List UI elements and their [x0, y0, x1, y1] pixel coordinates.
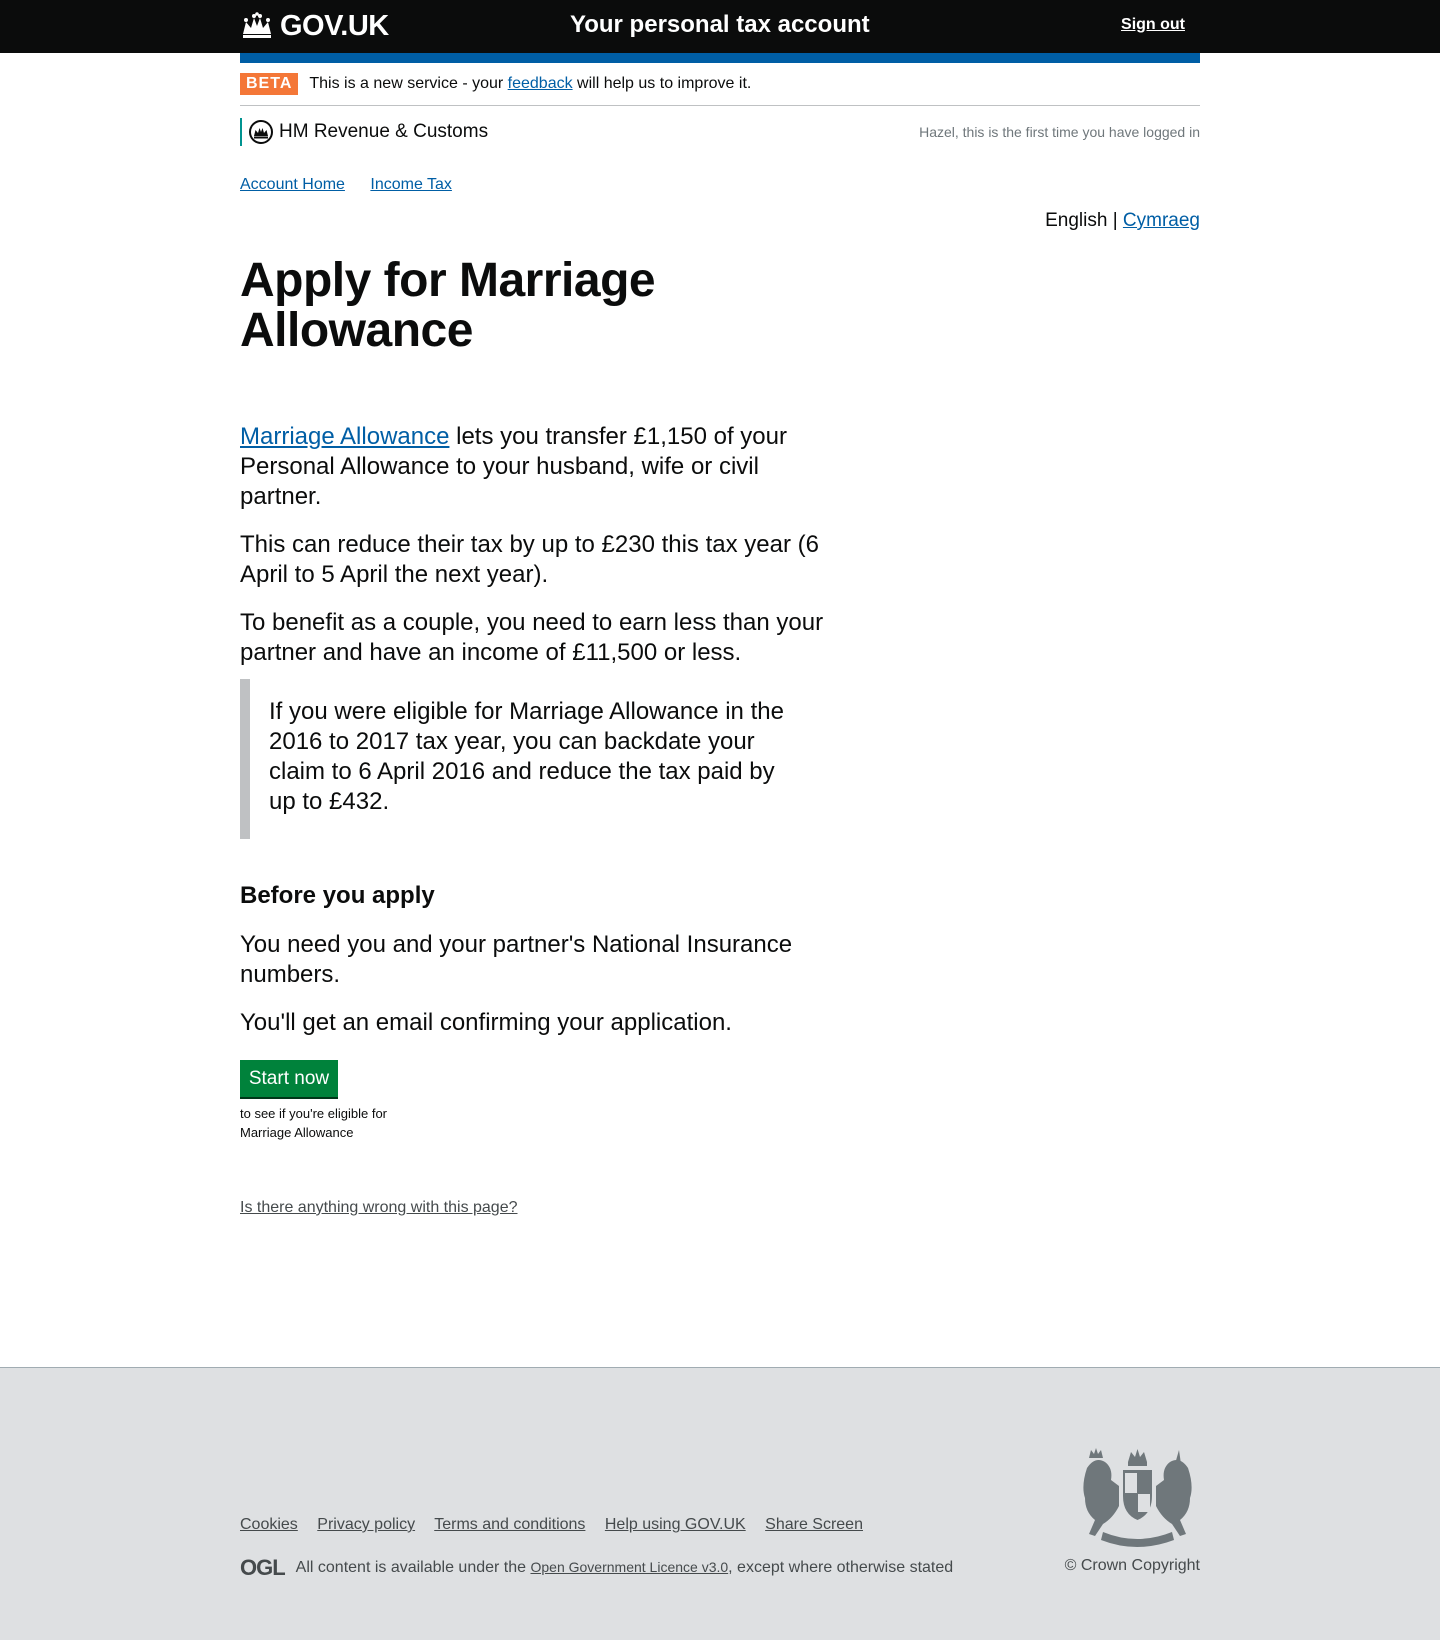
breadcrumb-income-tax[interactable]: Income Tax — [370, 176, 452, 193]
ni-numbers-paragraph: You need you and your partner's National… — [240, 931, 793, 988]
hmrc-crest-icon — [249, 120, 273, 144]
breadcrumb-account-home[interactable]: Account Home — [240, 176, 345, 193]
hmrc-org-line: HM Revenue & Customs — [240, 118, 488, 146]
govuk-logo-link[interactable]: GOV.UK — [240, 8, 389, 44]
sign-out-link[interactable]: Sign out — [1121, 16, 1185, 34]
org-name: HM Revenue & Customs — [279, 121, 489, 142]
language-separator: | — [1112, 210, 1118, 231]
beta-tag: BETA — [240, 73, 299, 95]
footer-link-help[interactable]: Help using GOV.UK — [605, 1516, 746, 1533]
royal-arms-icon — [1083, 1448, 1192, 1547]
page-title: Apply for Marriage Allowance — [240, 254, 656, 357]
benefit-paragraph: To benefit as a couple, you need to earn… — [240, 609, 824, 666]
crown-copyright: © Crown Copyright — [1064, 1557, 1200, 1574]
open-government-licence-link[interactable]: Open Government Licence v3.0 — [530, 1559, 728, 1575]
start-hint: to see if you're eligible for Marriage A… — [240, 1106, 388, 1140]
licence-text-before: All content is available under the — [295, 1559, 531, 1576]
header-blue-bar — [240, 53, 1200, 63]
global-header: GOV.UK Your personal tax account Sign ou… — [0, 0, 1440, 53]
footer-link-privacy[interactable]: Privacy policy — [317, 1516, 415, 1533]
header-container: GOV.UK Your personal tax account Sign ou… — [240, 0, 1200, 53]
beta-banner: BETA This is a new service - your feedba… — [240, 63, 1200, 106]
marriage-allowance-link[interactable]: Marriage Allowance — [240, 423, 449, 450]
licence-line: OGL All content is available under the O… — [240, 1555, 953, 1581]
start-now-button[interactable]: Start now — [240, 1060, 338, 1097]
govuk-logo-text: GOV.UK — [280, 9, 389, 42]
footer-link-cookies[interactable]: Cookies — [240, 1516, 298, 1533]
before-you-apply-heading: Before you apply — [240, 882, 435, 909]
backdate-inset: If you were eligible for Marriage Allowa… — [240, 679, 800, 839]
footer-link-share-screen[interactable]: Share Screen — [765, 1516, 863, 1533]
tax-reduction-paragraph: This can reduce their tax by up to £230 … — [240, 531, 819, 588]
footer-link-terms[interactable]: Terms and conditions — [434, 1516, 585, 1533]
ogl-logo: OGL — [240, 1555, 286, 1580]
service-name: Your personal tax account — [570, 11, 870, 38]
beta-text-before: This is a new service - your — [309, 75, 508, 92]
language-cymraeg-link[interactable]: Cymraeg — [1123, 210, 1200, 231]
main-content: Apply for Marriage Allowance Marriage Al… — [240, 254, 840, 1216]
language-current: English — [1045, 210, 1108, 231]
login-note: Hazel, this is the first time you have l… — [919, 124, 1200, 140]
report-problem-link[interactable]: Is there anything wrong with this page? — [240, 1199, 518, 1217]
licence-text: All content is available under the Open … — [296, 1559, 954, 1577]
footer: Cookies Privacy policy Terms and conditi… — [0, 1367, 1440, 1640]
crown-icon — [243, 12, 271, 38]
breadcrumb: Account Home Income Tax — [240, 176, 473, 194]
before-you-apply-section: You need you and your partner's National… — [240, 930, 800, 1056]
email-paragraph: You'll get an email confirming your appl… — [240, 1009, 732, 1036]
language-toggle: English | Cymraeg — [1045, 210, 1200, 232]
footer-links: Cookies Privacy policy Terms and conditi… — [240, 1516, 878, 1534]
intro-paragraph: Marriage Allowance lets you transfer £1,… — [240, 422, 840, 512]
licence-text-after: , except where otherwise stated — [728, 1559, 954, 1576]
beta-text-after: will help us to improve it. — [572, 75, 752, 92]
feedback-link[interactable]: feedback — [508, 75, 573, 93]
intro-section: Marriage Allowance lets you transfer £1,… — [240, 422, 840, 686]
